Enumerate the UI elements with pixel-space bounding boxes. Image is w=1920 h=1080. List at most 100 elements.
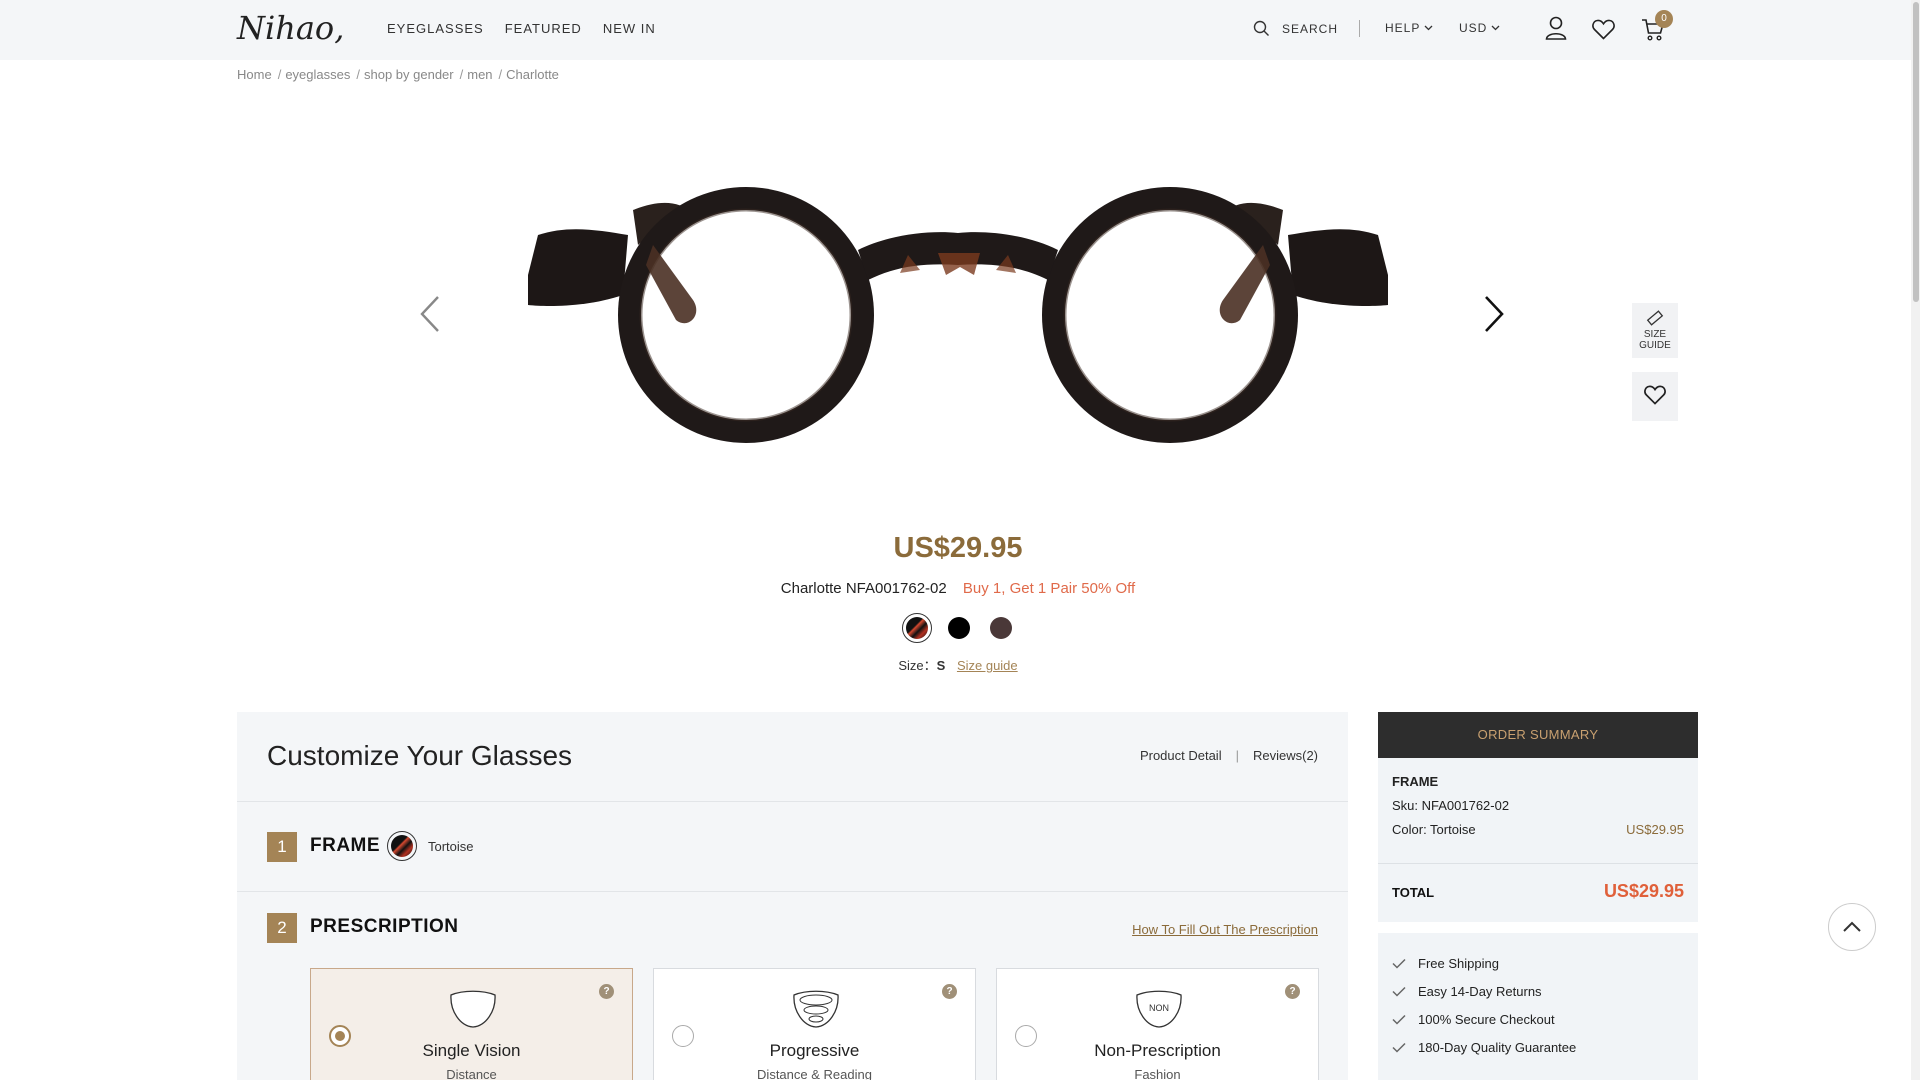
- product-detail-link[interactable]: Product Detail: [1140, 748, 1222, 763]
- favorite-side-button[interactable]: [1632, 372, 1678, 421]
- nav-eyeglasses[interactable]: EYEGLASSES: [387, 21, 484, 36]
- customize-links: Product Detail | Reviews(2): [1140, 748, 1318, 763]
- header-divider: [1359, 20, 1360, 37]
- check-icon: [1392, 1042, 1406, 1053]
- perks-list: Free Shipping Easy 14-Day Returns 100% S…: [1378, 933, 1698, 1080]
- swatch-brown[interactable]: [986, 613, 1016, 643]
- step-2-title[interactable]: PRESCRIPTION: [310, 916, 459, 938]
- size-guide-line2: GUIDE: [1639, 340, 1671, 351]
- summary-frame-price: US$29.95: [1626, 822, 1684, 837]
- lens-option-progressive[interactable]: ? Progressive Distance & Reading: [653, 968, 976, 1080]
- lens-option-single-vision[interactable]: ? Single Vision Distance: [310, 968, 633, 1080]
- wishlist-icon[interactable]: [1592, 19, 1615, 40]
- progressive-lens-icon: [793, 990, 839, 1028]
- help-question-icon[interactable]: ?: [942, 984, 957, 999]
- perk-item: Free Shipping: [1392, 949, 1698, 977]
- section-divider: [237, 801, 1348, 802]
- frame-color-name: Tortoise: [428, 839, 474, 854]
- lens-subtitle: Distance: [446, 1067, 497, 1080]
- product-name-sku: Charlotte NFA001762-02: [780, 580, 947, 597]
- swatch-dot: [906, 617, 928, 639]
- breadcrumb-home[interactable]: Home: [237, 67, 272, 82]
- size-guide-side-button[interactable]: SIZE GUIDE: [1632, 303, 1678, 358]
- breadcrumb-separator: /: [498, 67, 503, 82]
- reviews-link[interactable]: Reviews(2): [1253, 748, 1318, 763]
- lens-icon-label: NON: [1149, 1003, 1169, 1013]
- perk-label: Free Shipping: [1418, 955, 1499, 971]
- swatch-tortoise[interactable]: [902, 613, 932, 643]
- cart-count-badge: 0: [1655, 10, 1673, 28]
- help-menu[interactable]: HELP: [1385, 21, 1433, 35]
- perk-label: 100% Secure Checkout: [1418, 1011, 1555, 1027]
- single-vision-lens-icon: [450, 990, 496, 1028]
- search-icon: [1253, 20, 1269, 36]
- perk-item: Easy 14-Day Returns: [1392, 977, 1698, 1005]
- gallery-next-arrow-icon[interactable]: [1482, 295, 1506, 333]
- lens-option-non-prescription[interactable]: ? NON Non-Prescription Fashion: [996, 968, 1319, 1080]
- lens-name: Progressive: [769, 1041, 860, 1060]
- main-nav: EYEGLASSES FEATURED NEW IN: [387, 21, 656, 36]
- swatch-dot: [391, 835, 413, 857]
- perk-label: 180-Day Quality Guarantee: [1418, 1039, 1577, 1055]
- order-summary-header: ORDER SUMMARY: [1378, 712, 1698, 758]
- breadcrumb-separator: /: [459, 67, 464, 82]
- help-label: HELP: [1385, 21, 1421, 35]
- customize-panel: Customize Your Glasses Product Detail | …: [237, 712, 1348, 1080]
- chevron-up-icon: [1843, 921, 1861, 932]
- page-scrollbar-thumb[interactable]: [1913, 2, 1919, 302]
- account-icon[interactable]: [1545, 16, 1567, 40]
- currency-menu[interactable]: USD: [1459, 21, 1500, 35]
- help-question-icon[interactable]: ?: [599, 984, 614, 999]
- check-icon: [1392, 958, 1406, 969]
- help-question-icon[interactable]: ?: [1285, 984, 1300, 999]
- breadcrumb-eyeglasses[interactable]: eyeglasses: [285, 67, 350, 82]
- lens-name: Non-Prescription: [1094, 1041, 1221, 1060]
- promo-text[interactable]: Buy 1, Get 1 Pair 50% Off: [963, 580, 1135, 597]
- breadcrumb-men[interactable]: men: [467, 67, 492, 82]
- link-separator: |: [1235, 748, 1239, 763]
- total-label: TOTAL: [1392, 885, 1435, 900]
- size-guide-link[interactable]: Size guide: [957, 658, 1018, 673]
- perk-label: Easy 14-Day Returns: [1418, 983, 1542, 999]
- product-title-line: Charlotte NFA001762-02 Buy 1, Get 1 Pair…: [0, 580, 1916, 597]
- nav-featured[interactable]: FEATURED: [505, 21, 582, 36]
- order-summary: ORDER SUMMARY FRAME Sku: NFA001762-02 Co…: [1378, 712, 1698, 922]
- currency-label: USD: [1459, 21, 1488, 35]
- product-page: Nihao, EYEGLASSES FEATURED NEW IN SEARCH…: [0, 0, 1920, 1080]
- step-1-title[interactable]: FRAME: [310, 835, 380, 857]
- how-to-fill-prescription-link[interactable]: How To Fill Out The Prescription: [1132, 922, 1318, 937]
- swatch-dot: [990, 617, 1012, 639]
- search-button[interactable]: SEARCH: [1253, 20, 1338, 37]
- swatch-black[interactable]: [944, 613, 974, 643]
- perk-item: 180-Day Quality Guarantee: [1392, 1033, 1698, 1061]
- search-label: SEARCH: [1282, 21, 1339, 36]
- perk-item: 100% Secure Checkout: [1392, 1005, 1698, 1033]
- size-guide-line1: SIZE: [1643, 329, 1667, 340]
- step-2-number: 2: [267, 913, 297, 943]
- customize-title: Customize Your Glasses: [267, 740, 573, 771]
- chevron-down-icon: [1491, 25, 1500, 31]
- section-divider: [237, 891, 1348, 892]
- gallery-prev-arrow-icon[interactable]: [418, 295, 442, 333]
- step-1-number: 1: [267, 832, 297, 862]
- lens-subtitle: Fashion: [1134, 1067, 1181, 1080]
- summary-sku: Sku: NFA001762-02: [1392, 798, 1510, 813]
- back-to-top-button[interactable]: [1828, 903, 1876, 951]
- site-header: Nihao, EYEGLASSES FEATURED NEW IN SEARCH…: [0, 0, 1920, 60]
- lens-name: Single Vision: [422, 1041, 521, 1060]
- color-swatches: [902, 613, 1016, 643]
- site-logo[interactable]: Nihao,: [237, 9, 344, 47]
- breadcrumb-shop-by-gender[interactable]: shop by gender: [364, 67, 454, 82]
- nav-new-in[interactable]: NEW IN: [603, 21, 656, 36]
- summary-frame-label: FRAME: [1392, 774, 1439, 789]
- breadcrumb-current: Charlotte: [506, 67, 559, 82]
- breadcrumb-separator: /: [356, 67, 360, 82]
- product-image-glasses: [528, 187, 1388, 443]
- chevron-down-icon: [1424, 25, 1433, 31]
- breadcrumb-separator: /: [277, 67, 282, 82]
- swatch-dot: [948, 617, 970, 639]
- product-price: US$29.95: [893, 532, 1023, 564]
- check-icon: [1392, 1014, 1406, 1025]
- order-summary-frame: FRAME Sku: NFA001762-02 Color: Tortoise …: [1378, 758, 1698, 864]
- frame-color-swatch[interactable]: [387, 831, 417, 861]
